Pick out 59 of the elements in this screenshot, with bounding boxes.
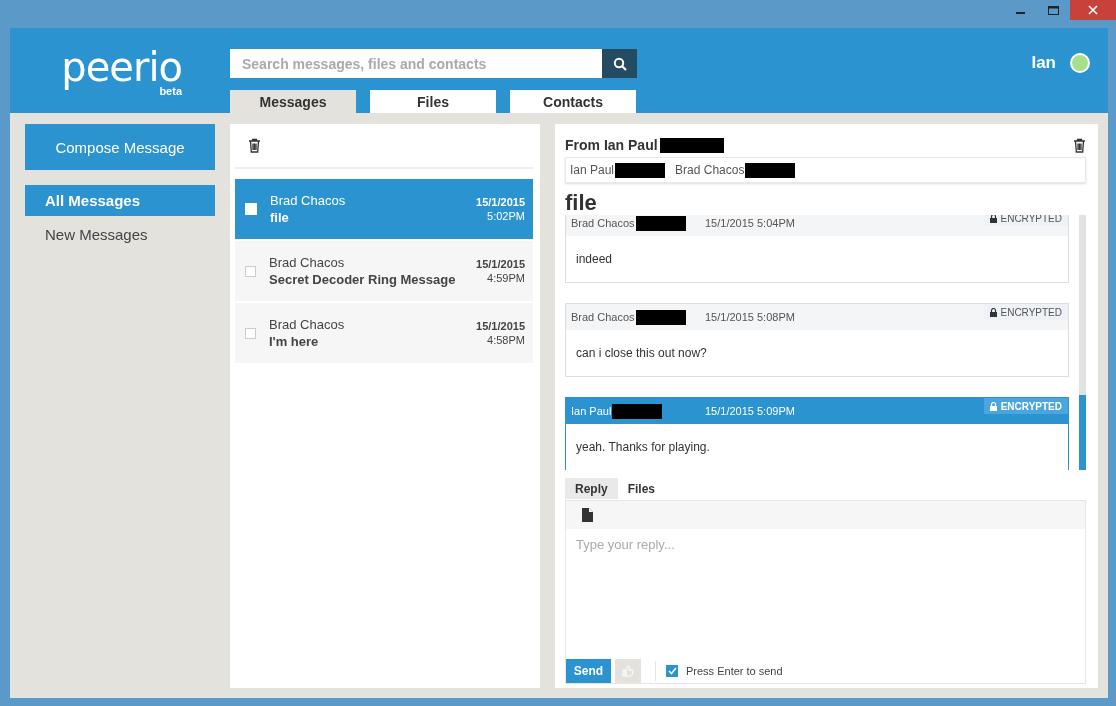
checkbox[interactable] (245, 327, 256, 339)
sender-name: Brad Chacos (270, 193, 347, 208)
encrypted-badge: ENCRYPTED (983, 215, 1068, 226)
thumbs-up-icon[interactable] (615, 659, 641, 683)
encrypted-badge: ENCRYPTED (983, 398, 1068, 414)
sender-name: Brad Chacos (571, 311, 635, 323)
message-date: 15/1/2015 (476, 258, 525, 270)
nav-tab[interactable]: Files (370, 90, 496, 113)
delete-icon[interactable] (248, 138, 261, 153)
user-name: Ian (1031, 52, 1056, 73)
lock-icon (989, 401, 997, 411)
reply-tab[interactable]: Reply (565, 478, 618, 499)
checkbox[interactable] (245, 265, 256, 277)
close-icon[interactable] (1070, 0, 1116, 20)
message-time: 5:02PM (487, 210, 525, 222)
message-row[interactable]: Brad Chacos I'm here 15/1/2015 4:58PM (235, 303, 533, 363)
message-time: 4:59PM (487, 272, 525, 284)
lock-icon (989, 215, 997, 223)
nav-tab[interactable]: Messages (230, 90, 356, 113)
search-button[interactable] (602, 49, 637, 78)
conversation-subject: file (565, 191, 598, 215)
delete-icon[interactable] (1073, 137, 1086, 153)
message-timestamp: 15/1/2015 5:04PM (705, 217, 795, 229)
scrollbar[interactable] (1079, 215, 1086, 470)
message-timestamp: 15/1/2015 5:09PM (705, 405, 795, 417)
encrypted-badge: ENCRYPTED (983, 304, 1068, 320)
message-subject: Secret Decoder Ring Message (269, 272, 457, 287)
checkbox[interactable] (666, 665, 678, 677)
file-icon[interactable] (582, 508, 593, 522)
online-status-icon (1070, 52, 1090, 73)
message-body: indeed (575, 251, 614, 268)
message-date: 15/1/2015 (476, 196, 525, 208)
message-card[interactable]: Ian Paul 15/1/2015 5:09PM ENCRYPTED yeah. Thanks for playing. (565, 397, 1069, 470)
message-card[interactable]: Brad Chacos 15/1/2015 5:04PM ENCRYPTED indeed (565, 215, 1069, 283)
search-field[interactable]: Search messages, files and contacts (230, 49, 602, 78)
message-subject: file (270, 210, 290, 225)
message-card[interactable]: Brad Chacos 15/1/2015 5:08PM ENCRYPTED can i close this out now? (565, 303, 1069, 377)
checkbox-label: Press Enter to send (686, 665, 783, 677)
message-body: can i close this out now? (575, 345, 708, 362)
reply-editor[interactable]: Type your reply... Send Press Enter to send (565, 500, 1086, 684)
folder-item[interactable]: New Messages (25, 219, 215, 250)
reply-tab[interactable]: Files (617, 478, 666, 499)
message-row[interactable]: Brad Chacos Secret Decoder Ring Message 15/1/2015 4:59PM (235, 241, 533, 301)
sender-name: Brad Chacos (269, 255, 346, 270)
sender-name: Brad Chacos (269, 317, 346, 332)
search-icon (612, 56, 627, 71)
participant-name: Ian Paul (570, 163, 615, 177)
message-time: 4:58PM (487, 334, 525, 346)
sender-heading: From Ian Paul (565, 137, 658, 153)
message-body: yeah. Thanks for playing. (575, 439, 711, 456)
participant-name: Brad Chacos (675, 163, 745, 177)
message-subject: I'm here (269, 334, 320, 349)
message-date: 15/1/2015 (476, 320, 525, 332)
sender-name: Ian Paul (571, 405, 612, 417)
nav-tab[interactable]: Contacts (510, 90, 636, 113)
lock-icon (989, 307, 997, 317)
checkbox[interactable] (245, 203, 257, 215)
message-timestamp: 15/1/2015 5:08PM (705, 311, 795, 323)
sender-name: Brad Chacos (571, 217, 635, 229)
